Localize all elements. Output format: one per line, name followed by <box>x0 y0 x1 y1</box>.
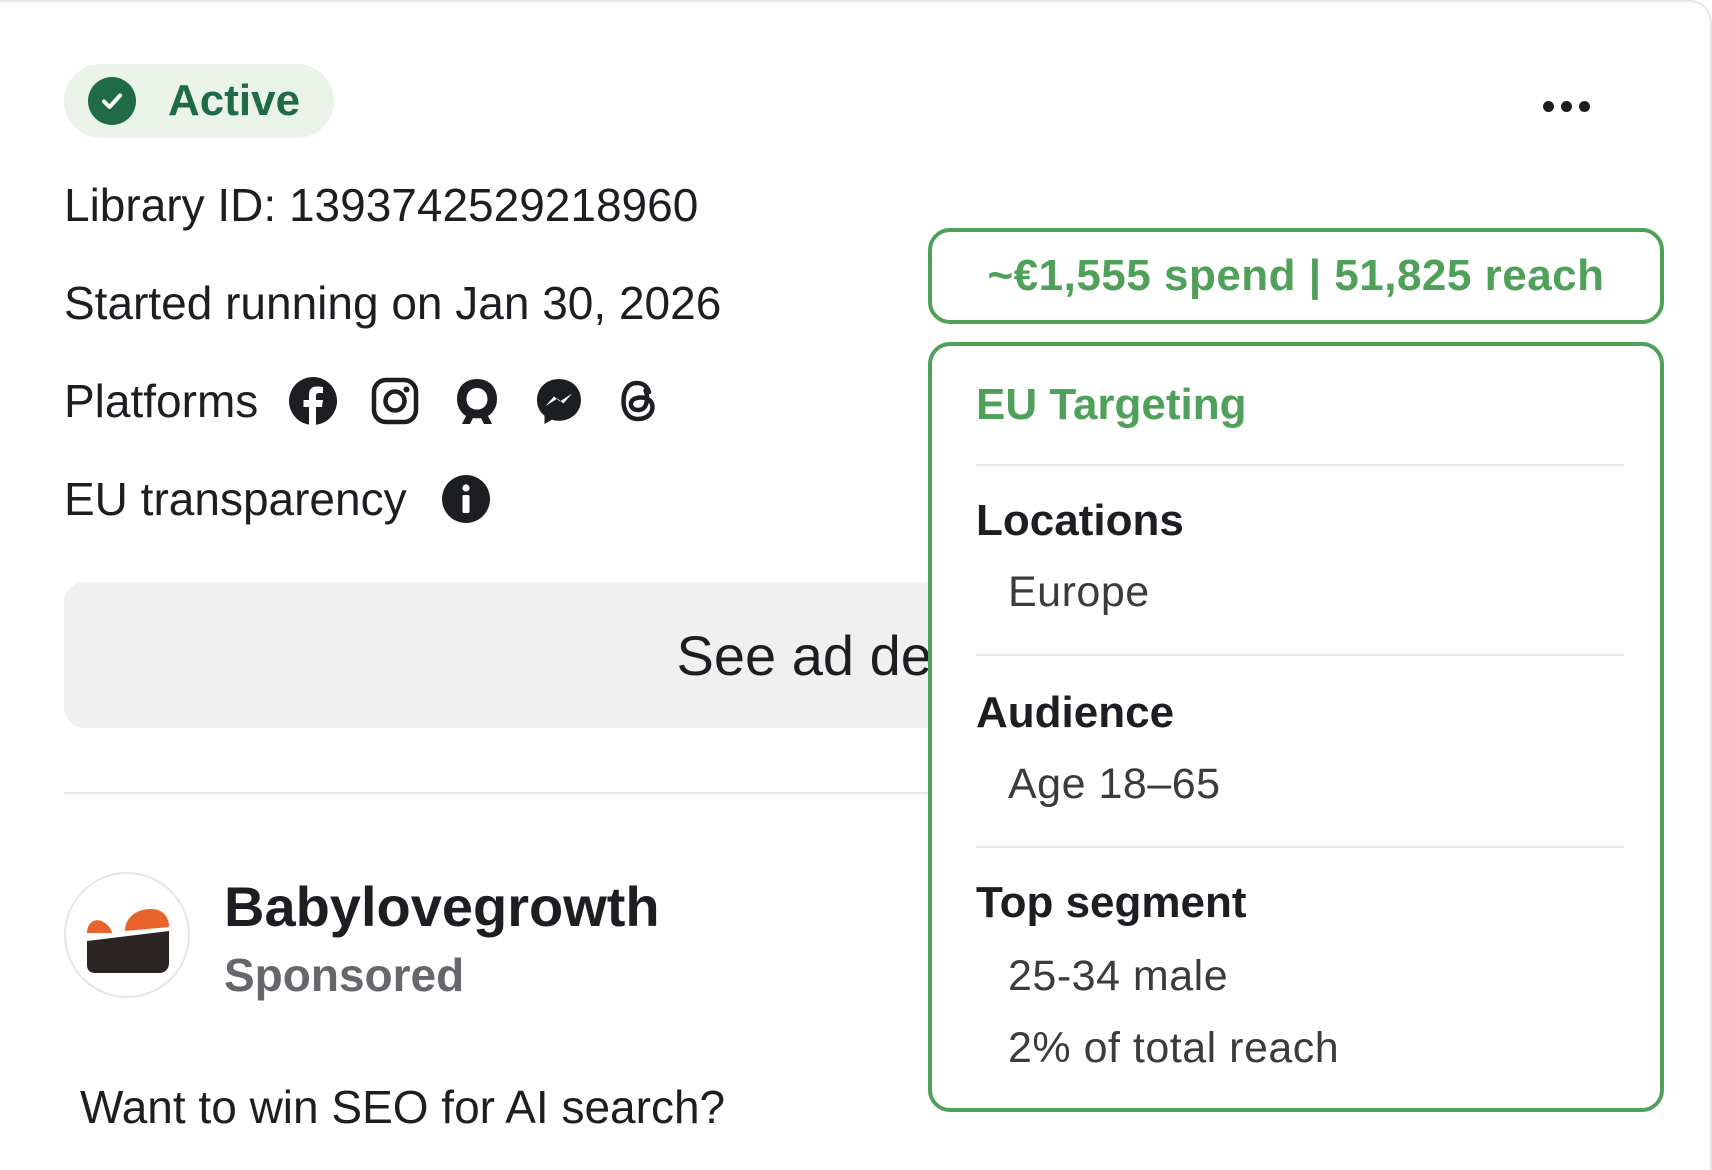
locations-label: Locations <box>976 496 1184 545</box>
start-date: Started running on Jan 30, 2026 <box>64 277 722 329</box>
top-segment-share: 2% of total reach <box>1008 1024 1340 1072</box>
platforms-row: Platforms <box>64 374 662 428</box>
panel-divider <box>976 846 1624 848</box>
info-icon[interactable] <box>441 474 491 524</box>
sponsored-label: Sponsored <box>224 949 465 1001</box>
threads-icon <box>621 380 656 422</box>
instagram-icon <box>372 377 419 425</box>
library-id: Library ID: 1393742529218960 <box>64 179 699 231</box>
spend-reach-summary: ~€1,555 spend | 51,825 reach <box>928 228 1664 324</box>
panel-divider <box>976 654 1624 656</box>
audience-network-icon <box>457 379 498 424</box>
audience-value: Age 18–65 <box>1008 760 1221 808</box>
eu-targeting-panel: EU Targeting Locations Europe Audience A… <box>928 342 1664 1112</box>
panel-divider <box>976 464 1624 466</box>
advertiser-logo <box>87 909 169 973</box>
status-badge: Active <box>64 64 334 138</box>
ad-card: Active Library ID: 1393742529218960 Star… <box>0 0 1712 1170</box>
platforms-label: Platforms <box>64 375 259 427</box>
check-icon <box>88 77 136 125</box>
more-options-icon[interactable] <box>1530 86 1602 126</box>
locations-value: Europe <box>1008 568 1150 616</box>
eu-transparency-label: EU transparency <box>64 473 407 525</box>
advertiser-avatar[interactable] <box>64 872 190 998</box>
ad-body-text: Want to win SEO for AI search? <box>80 1081 726 1133</box>
top-segment-value: 25-34 male <box>1008 952 1229 1000</box>
audience-label: Audience <box>976 688 1175 737</box>
advertiser-name[interactable]: Babylovegrowth <box>224 874 660 939</box>
panel-title: EU Targeting <box>976 380 1247 429</box>
top-segment-label: Top segment <box>976 878 1247 927</box>
messenger-icon <box>537 379 582 424</box>
facebook-icon <box>289 377 338 425</box>
eu-transparency-row: EU transparency <box>64 472 491 526</box>
status-label: Active <box>168 76 301 125</box>
